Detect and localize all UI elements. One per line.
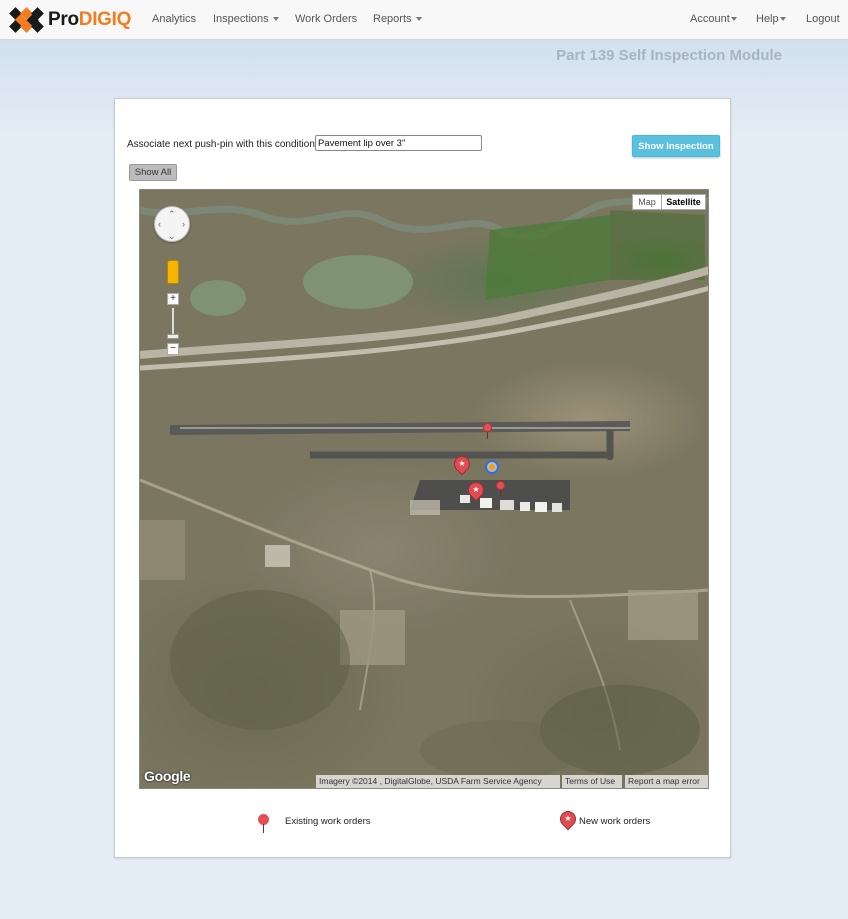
zoom-out-button[interactable]: − <box>167 343 179 355</box>
existing-work-order-pin[interactable] <box>483 423 492 439</box>
terms-of-use-link[interactable]: Terms of Use <box>562 775 622 788</box>
caret-down-icon <box>272 17 279 22</box>
map-type-map[interactable]: Map <box>632 194 662 210</box>
satellite-map[interactable]: Map Satellite ⌃ ⌄ ‹ › + − ★ ★ Google Ima… <box>139 189 709 789</box>
condition-label: Associate next push-pin with this condit… <box>127 139 318 150</box>
logo-diamonds-icon <box>8 7 46 33</box>
legend-existing-label: Existing work orders <box>285 816 371 827</box>
nav-inspections-label: Inspections <box>213 13 269 25</box>
nav-reports-dropdown[interactable]: Reports <box>373 13 422 25</box>
caret-down-icon <box>730 17 737 22</box>
show-all-button[interactable]: Show All <box>129 164 177 181</box>
nav-help-label: Help <box>756 13 779 25</box>
pushpin-icon <box>258 814 270 834</box>
legend-new-label: New work orders <box>579 816 651 827</box>
brand-name-part2: DIGIQ <box>78 9 132 30</box>
street-view-pegman-icon[interactable] <box>167 260 179 284</box>
nav-work-orders[interactable]: Work Orders <box>295 13 357 25</box>
nav-inspections-dropdown[interactable]: Inspections <box>213 13 279 25</box>
zoom-slider-thumb[interactable] <box>167 334 179 339</box>
caret-down-icon <box>415 17 422 22</box>
nav-account-dropdown[interactable]: Account <box>690 13 737 25</box>
nav-reports-label: Reports <box>373 13 412 25</box>
nav-analytics[interactable]: Analytics <box>152 13 196 25</box>
condition-input[interactable] <box>315 135 482 151</box>
imagery-attribution: Imagery ©2014 , DigitalGlobe, USDA Farm … <box>316 775 560 788</box>
brand-name-part1: Pro <box>48 9 79 30</box>
satellite-imagery <box>140 196 708 780</box>
inspection-panel: Associate next push-pin with this condit… <box>114 98 731 858</box>
nav-logout[interactable]: Logout <box>806 13 840 25</box>
location-marker-icon[interactable] <box>485 460 499 474</box>
nav-account-label: Account <box>690 13 730 25</box>
top-navbar: ProDIGIQ Analytics Inspections Work Orde… <box>0 0 848 40</box>
google-logo: Google <box>144 768 191 784</box>
brand-name: ProDIGIQ <box>48 9 131 31</box>
map-marker-star-icon: ★ <box>556 807 580 831</box>
caret-down-icon <box>779 17 786 22</box>
zoom-in-button[interactable]: + <box>167 293 179 305</box>
pan-arrows-icon[interactable]: ⌃ ⌄ ‹ › <box>154 206 190 242</box>
page-title: Part 139 Self Inspection Module <box>556 47 782 64</box>
existing-work-order-pin[interactable] <box>496 481 505 497</box>
map-type-satellite[interactable]: Satellite <box>661 194 706 210</box>
report-map-error-link[interactable]: Report a map error <box>625 775 708 788</box>
show-inspection-button[interactable]: Show Inspection <box>632 135 720 157</box>
prodigiq-logo[interactable]: ProDIGIQ <box>8 7 131 33</box>
nav-help-dropdown[interactable]: Help <box>756 13 786 25</box>
